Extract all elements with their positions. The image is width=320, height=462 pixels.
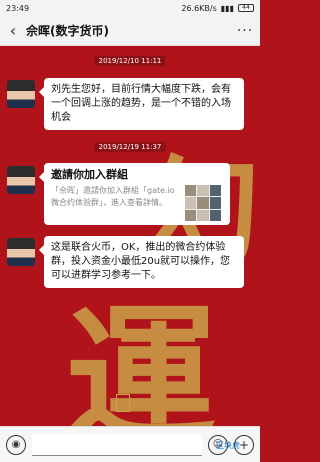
avatar[interactable] — [7, 238, 35, 266]
back-icon[interactable]: ‹ — [0, 21, 26, 40]
more-icon[interactable]: ··· — [230, 23, 260, 39]
status-time: 23:49 — [6, 3, 30, 13]
timestamp: 2019/12/19 11:37 — [94, 142, 166, 152]
message-bubble[interactable]: 刘先生您好，目前行情大幅度下跌，会有一个回调上涨的趋势，是一个不错的入场机会 — [39, 78, 244, 130]
avatar[interactable] — [7, 166, 35, 194]
group-avatar-grid — [185, 185, 221, 221]
signal-icon: ▮▮▮ — [220, 3, 234, 13]
seal-stamp — [116, 394, 130, 412]
chat-title: 佘晖(数字货币) — [26, 24, 109, 38]
chat-header: ‹ 佘晖(数字货币) ··· — [0, 16, 260, 46]
network-speed: 26.6KB/s — [181, 3, 217, 13]
timestamp: 2019/12/10 11:11 — [94, 56, 166, 66]
watermark: 区块虎 — [216, 441, 240, 450]
status-bar: 23:49 26.6KB/s ▮▮▮ 44 — [0, 0, 260, 16]
group-invite-card[interactable]: 邀請你加入群組 「佘晖」邀請你加入群組「gate.io微合约体验群」，進入查看詳… — [39, 163, 230, 225]
avatar[interactable] — [7, 80, 35, 108]
voice-icon[interactable]: ◉ — [6, 434, 26, 455]
chat-area[interactable]: 幻 運 2019/12/10 11:11 刘先生您好，目前行情大幅度下跌，会有一… — [0, 46, 260, 426]
message-input[interactable] — [32, 433, 202, 456]
battery-icon: 44 — [238, 4, 254, 12]
invite-title: 邀請你加入群組 — [51, 168, 128, 181]
invite-description: 「佘晖」邀請你加入群組「gate.io微合约体验群」，進入查看詳情。 — [51, 186, 175, 207]
message-bubble[interactable]: 这是联合火币，OK，推出的微合约体验群，投入资金小最低20u就可以操作，您可以进… — [39, 236, 244, 288]
